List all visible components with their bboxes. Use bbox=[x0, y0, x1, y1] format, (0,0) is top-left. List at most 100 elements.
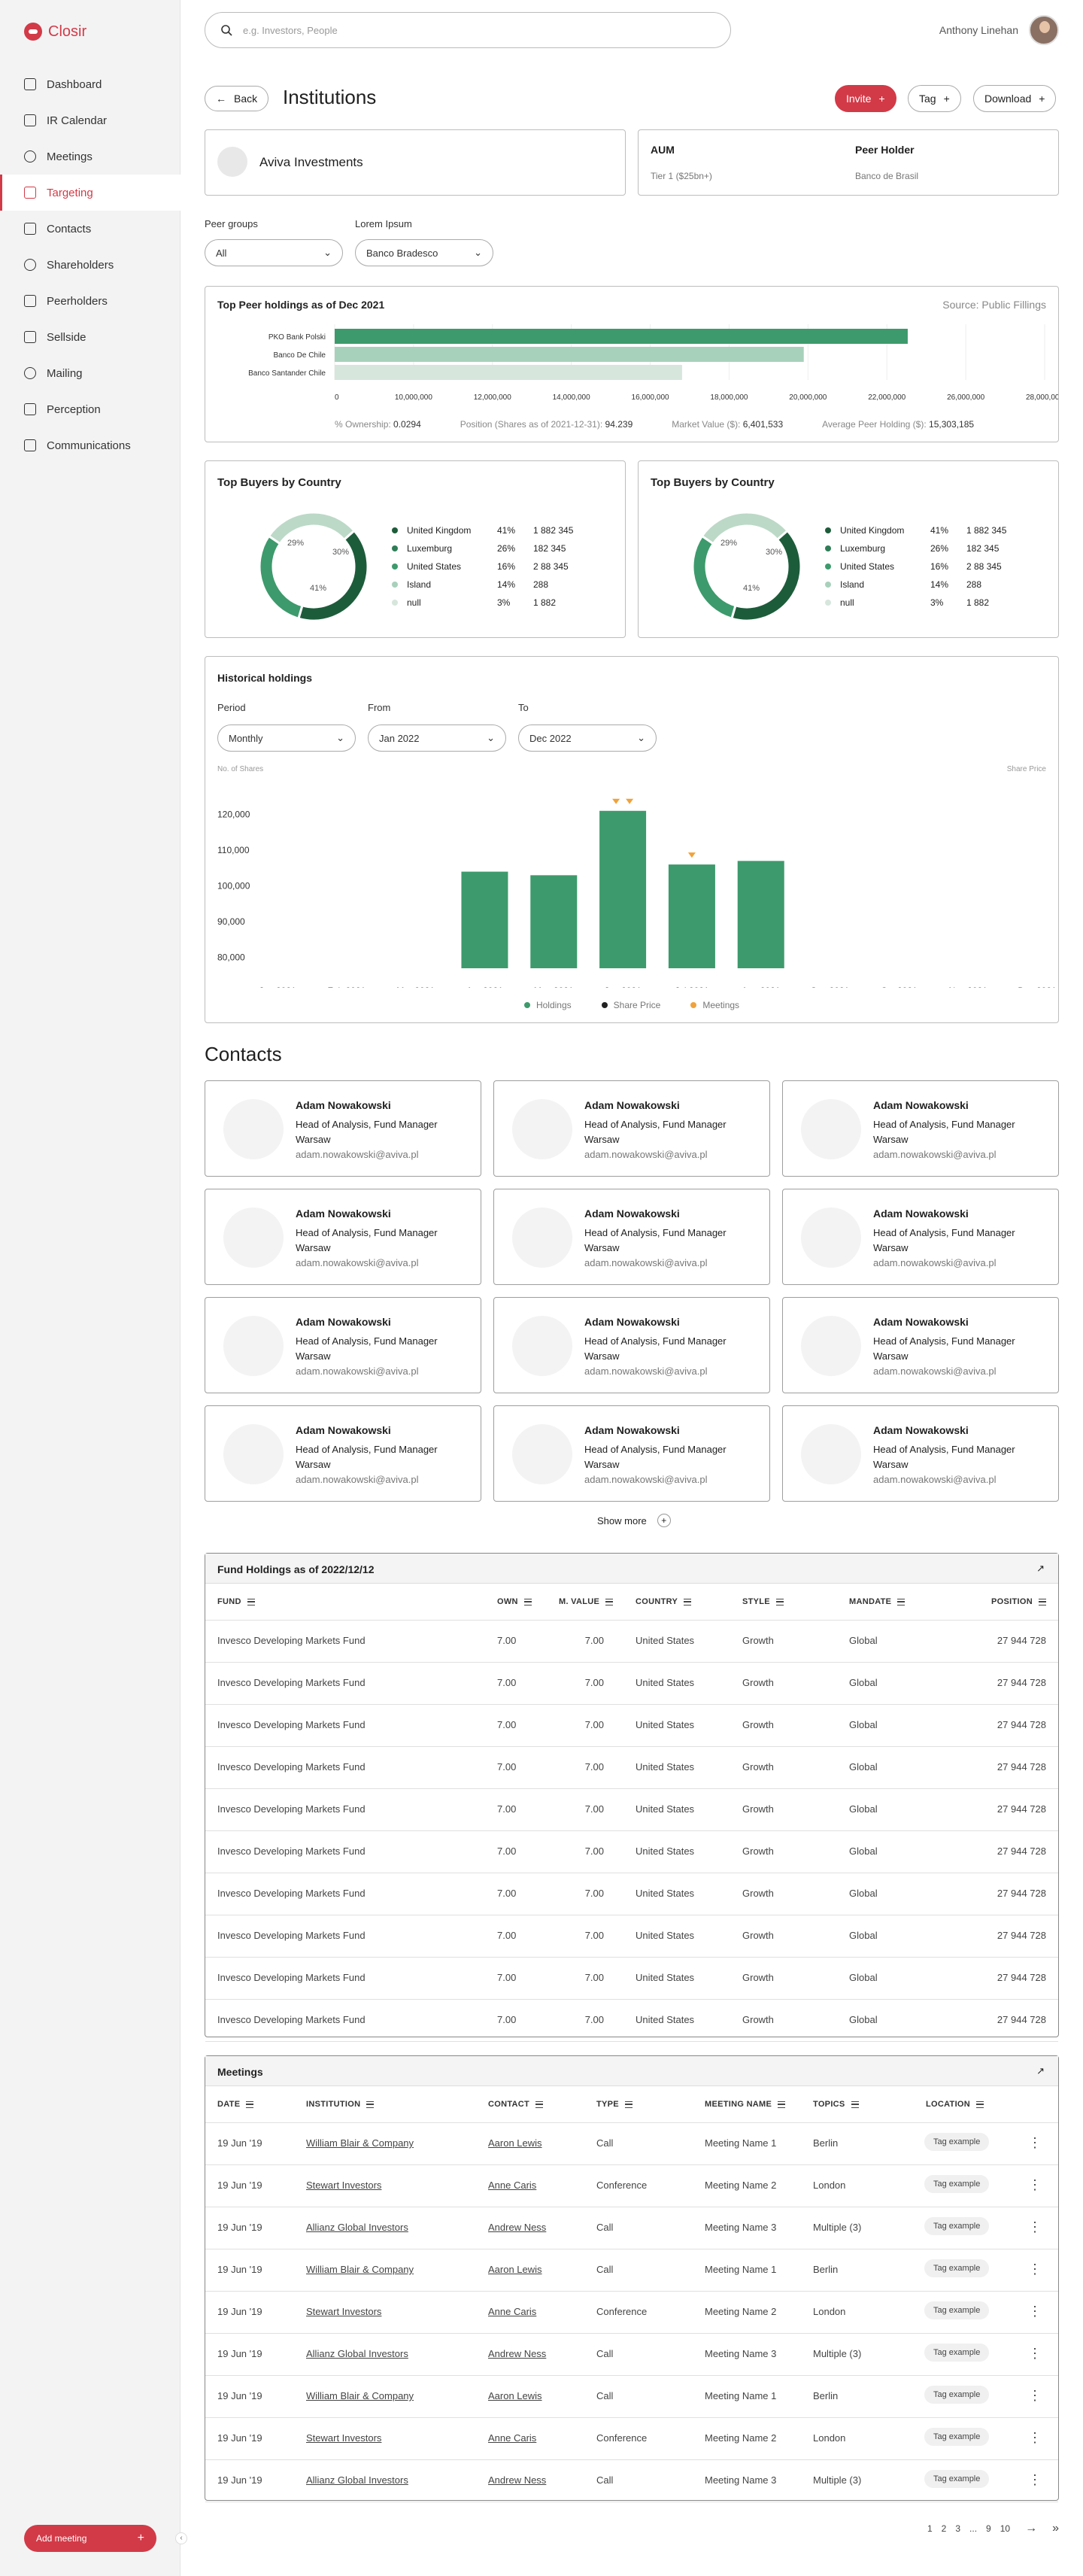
search-input[interactable]: e.g. Investors, People bbox=[205, 12, 731, 48]
more-options-icon[interactable]: ⋮ bbox=[1028, 2304, 1042, 2318]
brand-logo[interactable]: Closir bbox=[24, 23, 86, 41]
column-header-type[interactable]: TYPE bbox=[596, 2100, 633, 2109]
column-header-own[interactable]: OWN bbox=[497, 1597, 532, 1606]
institution-link[interactable]: Stewart Investors bbox=[306, 2306, 381, 2317]
contact-link[interactable]: Andrew Ness bbox=[488, 2474, 546, 2486]
contact-card[interactable]: Adam Nowakowski Head of Analysis, Fund Ma… bbox=[782, 1405, 1059, 1502]
contact-card[interactable]: Adam Nowakowski Head of Analysis, Fund Ma… bbox=[782, 1080, 1059, 1177]
more-options-icon[interactable]: ⋮ bbox=[1028, 2431, 1042, 2444]
institution-link[interactable]: Allianz Global Investors bbox=[306, 2348, 408, 2359]
sort-icon[interactable] bbox=[851, 2101, 859, 2108]
contact-email[interactable]: adam.nowakowski@aviva.pl bbox=[296, 1365, 419, 1377]
sidebar-item-dashboard[interactable]: Dashboard bbox=[0, 66, 180, 102]
sidebar-item-meetings[interactable]: Meetings bbox=[0, 138, 180, 175]
back-button[interactable]: ← Back bbox=[205, 86, 269, 111]
sort-icon[interactable] bbox=[535, 2101, 544, 2108]
institution-link[interactable]: Stewart Investors bbox=[306, 2180, 381, 2191]
institution-link[interactable]: Allianz Global Investors bbox=[306, 2474, 408, 2486]
institution-link[interactable]: William Blair & Company bbox=[306, 2390, 414, 2401]
contact-link[interactable]: Aaron Lewis bbox=[488, 2264, 542, 2275]
page-link[interactable]: 3 bbox=[955, 2523, 960, 2534]
contact-card[interactable]: Adam Nowakowski Head of Analysis, Fund Ma… bbox=[782, 1189, 1059, 1285]
holdings-bar[interactable] bbox=[737, 861, 784, 968]
holdings-bar[interactable] bbox=[599, 810, 647, 968]
page-link[interactable]: 9 bbox=[986, 2523, 991, 2534]
location-tag[interactable]: Tag example bbox=[924, 2259, 990, 2277]
sidebar-item-sellside[interactable]: Sellside bbox=[0, 319, 180, 355]
contact-email[interactable]: adam.nowakowski@aviva.pl bbox=[584, 1474, 708, 1485]
from-select[interactable]: Jan 2022 ⌄ bbox=[368, 724, 506, 752]
contact-email[interactable]: adam.nowakowski@aviva.pl bbox=[873, 1365, 997, 1377]
location-tag[interactable]: Tag example bbox=[924, 2175, 990, 2193]
sidebar-item-peerholders[interactable]: Peerholders bbox=[0, 283, 180, 319]
sidebar-item-ir-calendar[interactable]: IR Calendar bbox=[0, 102, 180, 138]
institution-link[interactable]: Stewart Investors bbox=[306, 2432, 381, 2444]
location-tag[interactable]: Tag example bbox=[924, 2217, 990, 2235]
contact-email[interactable]: adam.nowakowski@aviva.pl bbox=[873, 1257, 997, 1268]
sort-icon[interactable] bbox=[897, 1598, 906, 1605]
page-link[interactable]: 2 bbox=[942, 2523, 947, 2534]
sort-icon[interactable] bbox=[605, 1598, 614, 1605]
more-options-icon[interactable]: ⋮ bbox=[1028, 2473, 1042, 2486]
location-tag[interactable]: Tag example bbox=[924, 2470, 990, 2488]
tag-button[interactable]: Tag + bbox=[908, 85, 961, 112]
sort-icon[interactable] bbox=[247, 1598, 255, 1605]
column-header-position[interactable]: POSITION bbox=[991, 1597, 1046, 1606]
contact-link[interactable]: Andrew Ness bbox=[488, 2348, 546, 2359]
holdings-bar[interactable] bbox=[530, 875, 578, 968]
holdings-bar[interactable] bbox=[668, 864, 715, 968]
column-header-contact[interactable]: CONTACT bbox=[488, 2100, 544, 2109]
sort-icon[interactable] bbox=[1039, 1598, 1046, 1605]
meeting-marker[interactable] bbox=[612, 798, 620, 804]
location-tag[interactable]: Tag example bbox=[924, 2133, 990, 2151]
sidebar-item-communications[interactable]: Communications bbox=[0, 427, 180, 463]
contact-link[interactable]: Anne Caris bbox=[488, 2432, 536, 2444]
contact-card[interactable]: Adam Nowakowski Head of Analysis, Fund Ma… bbox=[493, 1297, 770, 1393]
more-options-icon[interactable]: ⋮ bbox=[1028, 2136, 1042, 2149]
column-header-country[interactable]: COUNTRY bbox=[636, 1597, 692, 1606]
location-tag[interactable]: Tag example bbox=[924, 2386, 990, 2404]
more-options-icon[interactable]: ⋮ bbox=[1028, 2347, 1042, 2360]
contact-link[interactable]: Anne Caris bbox=[488, 2306, 536, 2317]
contact-card[interactable]: Adam Nowakowski Head of Analysis, Fund Ma… bbox=[493, 1405, 770, 1502]
sort-icon[interactable] bbox=[366, 2101, 375, 2108]
holdings-bar[interactable] bbox=[461, 871, 508, 968]
last-page-icon[interactable]: » bbox=[1052, 2522, 1059, 2535]
sidebar-item-targeting[interactable]: Targeting bbox=[0, 175, 180, 211]
sort-icon[interactable] bbox=[624, 2101, 633, 2108]
contact-card[interactable]: Adam Nowakowski Head of Analysis, Fund Ma… bbox=[493, 1080, 770, 1177]
sidebar-item-perception[interactable]: Perception bbox=[0, 391, 180, 427]
expand-icon[interactable]: ↗ bbox=[1036, 1563, 1045, 1575]
sort-icon[interactable] bbox=[523, 1598, 532, 1605]
peer-groups-select[interactable]: All ⌄ bbox=[205, 239, 343, 266]
sort-icon[interactable] bbox=[778, 2101, 786, 2108]
contact-card[interactable]: Adam Nowakowski Head of Analysis, Fund Ma… bbox=[205, 1297, 481, 1393]
sort-icon[interactable] bbox=[246, 2101, 254, 2108]
more-options-icon[interactable]: ⋮ bbox=[1028, 2178, 1042, 2192]
sort-icon[interactable] bbox=[775, 1598, 784, 1605]
institution-link[interactable]: William Blair & Company bbox=[306, 2137, 414, 2149]
expand-icon[interactable]: ↗ bbox=[1036, 2065, 1045, 2077]
contact-card[interactable]: Adam Nowakowski Head of Analysis, Fund Ma… bbox=[205, 1080, 481, 1177]
location-tag[interactable]: Tag example bbox=[924, 2301, 990, 2319]
column-header-location[interactable]: LOCATION bbox=[926, 2100, 984, 2109]
download-button[interactable]: Download + bbox=[973, 85, 1057, 112]
more-options-icon[interactable]: ⋮ bbox=[1028, 2389, 1042, 2402]
meeting-marker[interactable] bbox=[626, 798, 634, 804]
column-header-style[interactable]: STYLE bbox=[742, 1597, 784, 1606]
sidebar-item-mailing[interactable]: Mailing bbox=[0, 355, 180, 391]
avatar[interactable] bbox=[1029, 15, 1059, 45]
contact-card[interactable]: Adam Nowakowski Head of Analysis, Fund Ma… bbox=[782, 1297, 1059, 1393]
column-header-fund[interactable]: FUND bbox=[217, 1597, 255, 1606]
next-page-icon[interactable]: → bbox=[1025, 2522, 1037, 2535]
user-menu[interactable]: Anthony Linehan bbox=[939, 15, 1059, 45]
meeting-marker[interactable] bbox=[687, 852, 696, 858]
more-options-icon[interactable]: ⋮ bbox=[1028, 2262, 1042, 2276]
contact-card[interactable]: Adam Nowakowski Head of Analysis, Fund Ma… bbox=[205, 1189, 481, 1285]
column-header-mandate[interactable]: MANDATE bbox=[849, 1597, 906, 1606]
invite-button[interactable]: Invite + bbox=[835, 85, 896, 112]
institution-link[interactable]: William Blair & Company bbox=[306, 2264, 414, 2275]
add-meeting-button[interactable]: Add meeting + bbox=[24, 2525, 156, 2552]
sort-icon[interactable] bbox=[684, 1598, 692, 1605]
contact-link[interactable]: Andrew Ness bbox=[488, 2222, 546, 2233]
